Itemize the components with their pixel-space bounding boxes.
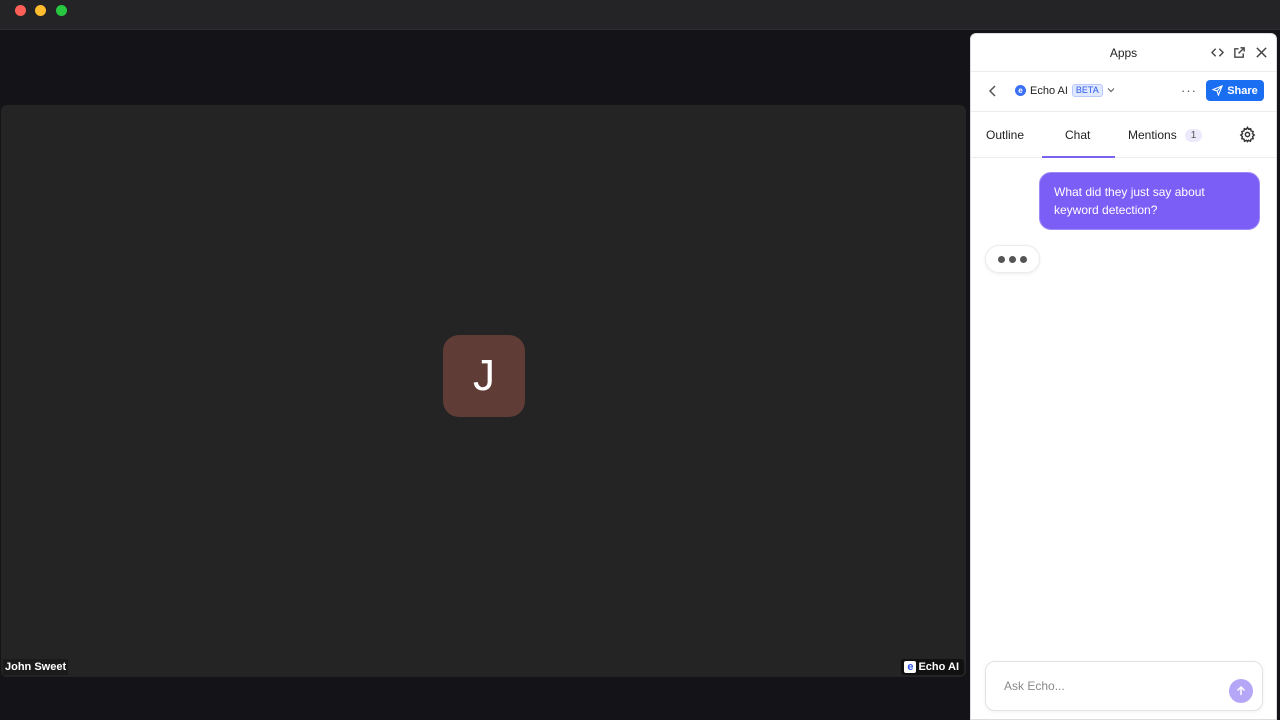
echo-ai-badge: e Echo AI [901,659,964,675]
back-chevron-icon[interactable] [986,84,1002,100]
typing-dot [998,255,1005,263]
share-label: Share [1227,84,1258,97]
code-icon[interactable] [1210,44,1224,60]
panel-header: Apps [971,34,1276,72]
participant-name: John Sweet [3,659,69,675]
beta-badge: BETA [1071,84,1103,97]
chat-composer [985,661,1263,711]
ask-echo-input[interactable] [1004,676,1224,696]
typing-dot [1020,255,1027,263]
tab-mentions-label: Mentions [1128,128,1177,142]
tab-chat[interactable]: Chat [1065,128,1090,142]
minimize-window-button[interactable] [35,5,46,16]
typing-dot [1009,255,1016,263]
tab-mentions[interactable]: Mentions 1 [1128,128,1203,142]
mentions-count-badge: 1 [1184,128,1203,142]
app-toolbar: e Echo AI BETA ··· Share [971,72,1276,112]
chevron-down-icon [1107,86,1115,96]
arrow-up-icon [1236,685,1246,695]
chat-thread: What did they just say about keyword det… [971,158,1276,658]
popout-icon[interactable] [1232,44,1246,60]
app-selector[interactable]: e Echo AI BETA [1015,84,1115,97]
share-button[interactable]: Share [1206,80,1264,101]
panel-tabs: Outline Chat Mentions 1 [971,112,1276,158]
echo-logo-icon: e [904,661,917,673]
app-name: Echo AI [1030,84,1068,97]
more-options-button[interactable]: ··· [1181,83,1197,98]
window-titlebar [0,0,1280,30]
typing-indicator [985,245,1040,273]
user-message-bubble: What did they just say about keyword det… [1039,172,1260,230]
participant-video-tile[interactable]: J John Sweet e Echo AI [1,105,966,677]
maximize-window-button[interactable] [56,5,67,16]
participant-avatar: J [443,335,525,417]
close-window-button[interactable] [15,5,26,16]
meeting-stage: J John Sweet e Echo AI [0,30,970,720]
tab-outline[interactable]: Outline [986,128,1024,142]
echo-badge-label: Echo AI [918,661,959,673]
send-plane-icon [1212,85,1224,96]
close-icon[interactable] [1254,44,1268,60]
gear-icon[interactable] [1239,126,1257,144]
echo-logo-icon: e [1015,85,1026,96]
apps-panel: Apps e Echo AI BETA ··· Share Outline Ch… [970,33,1277,720]
send-button[interactable] [1229,679,1253,703]
